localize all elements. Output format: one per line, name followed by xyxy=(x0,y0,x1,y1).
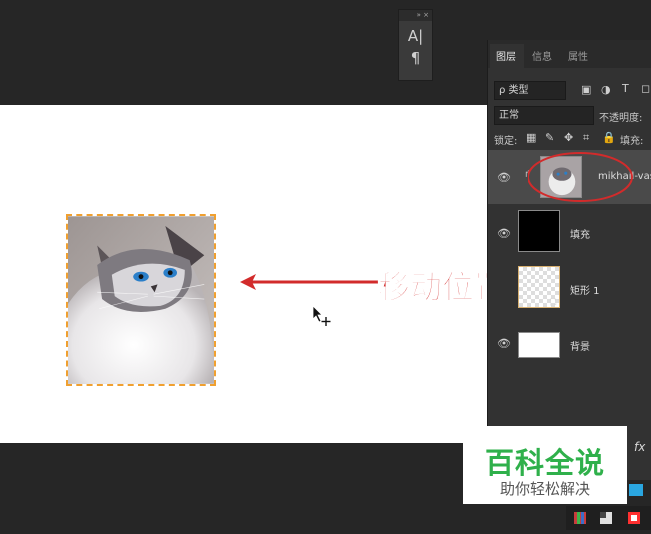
opacity-label: 不透明度: xyxy=(599,113,643,124)
blend-mode-select[interactable]: 正常 xyxy=(494,106,594,125)
panel-tabs: 图层 信息 属性 xyxy=(488,40,651,68)
layer-row-cat[interactable]: 👁 ↱ mikhail-vasi xyxy=(488,150,651,204)
layer-name[interactable]: 填充 xyxy=(570,226,590,241)
swatches-bar xyxy=(566,506,651,530)
layer-row-background[interactable]: 👁 背景 xyxy=(488,318,651,372)
move-cursor-icon xyxy=(312,305,331,326)
tab-layers[interactable]: 图层 xyxy=(496,48,516,63)
close-icon[interactable]: × xyxy=(423,11,429,19)
watermark-logo: 百科全说 助你轻松解决 xyxy=(463,426,627,504)
layer-thumb-black xyxy=(518,210,560,252)
collapse-icon[interactable]: » xyxy=(417,11,421,19)
layer-name[interactable]: 背景 xyxy=(570,338,590,353)
vector-mask-icon: ⛶ xyxy=(550,298,557,308)
character-panel[interactable]: » × A| ¶ xyxy=(398,9,433,81)
visibility-eye-icon[interactable]: 👁 xyxy=(497,227,511,240)
lock-paint-icon[interactable]: ✎ xyxy=(545,131,554,144)
lock-all-icon[interactable]: 🔒 xyxy=(602,131,616,144)
lock-artboard-icon[interactable]: ⌗ xyxy=(583,131,589,145)
cat-image-selection[interactable] xyxy=(66,214,216,386)
lock-label: 锁定: xyxy=(494,136,518,147)
layer-row-fill[interactable]: 👁 填充 xyxy=(488,206,651,260)
red-arrow-icon xyxy=(240,274,378,290)
type-filter-icon[interactable]: T xyxy=(622,82,629,95)
watermark-subtitle: 助你轻松解决 xyxy=(499,480,590,498)
image-filter-icon[interactable]: ▣ xyxy=(581,83,591,96)
panel-titlebar[interactable]: » × xyxy=(399,10,432,21)
visibility-eye-icon[interactable]: 👁 xyxy=(497,337,511,350)
lock-transparent-icon[interactable]: ▦ xyxy=(526,131,536,144)
red-circle-highlight xyxy=(528,152,633,202)
swatch-icon[interactable] xyxy=(629,484,643,496)
visibility-eye-icon[interactable]: 👁 xyxy=(497,171,511,184)
character-icon[interactable]: A| xyxy=(399,27,432,45)
layers-panel: 图层 信息 属性 ρ 类型 ▣ ◑ T ◻ 正常 不透明度: 锁定: ▦ ✎ ✥… xyxy=(487,40,651,480)
fx-button[interactable]: fx xyxy=(634,440,645,454)
swatches-strip xyxy=(574,512,640,524)
tab-properties[interactable]: 属性 xyxy=(568,48,588,63)
adjustment-filter-icon[interactable]: ◑ xyxy=(601,83,611,96)
layer-thumb-white xyxy=(518,332,560,358)
cat-photo xyxy=(68,216,214,384)
layer-name[interactable]: 矩形 1 xyxy=(570,282,600,297)
watermark-title: 百科全说 xyxy=(484,446,605,480)
fill-label: 填充: xyxy=(620,136,644,147)
tab-info[interactable]: 信息 xyxy=(532,48,552,63)
lock-position-icon[interactable]: ✥ xyxy=(564,131,573,144)
layer-filter-select[interactable]: ρ 类型 xyxy=(494,81,566,100)
layer-row-rect[interactable]: ⛶ 矩形 1 xyxy=(488,260,651,314)
paragraph-icon[interactable]: ¶ xyxy=(399,49,432,67)
shape-filter-icon[interactable]: ◻ xyxy=(641,82,650,95)
